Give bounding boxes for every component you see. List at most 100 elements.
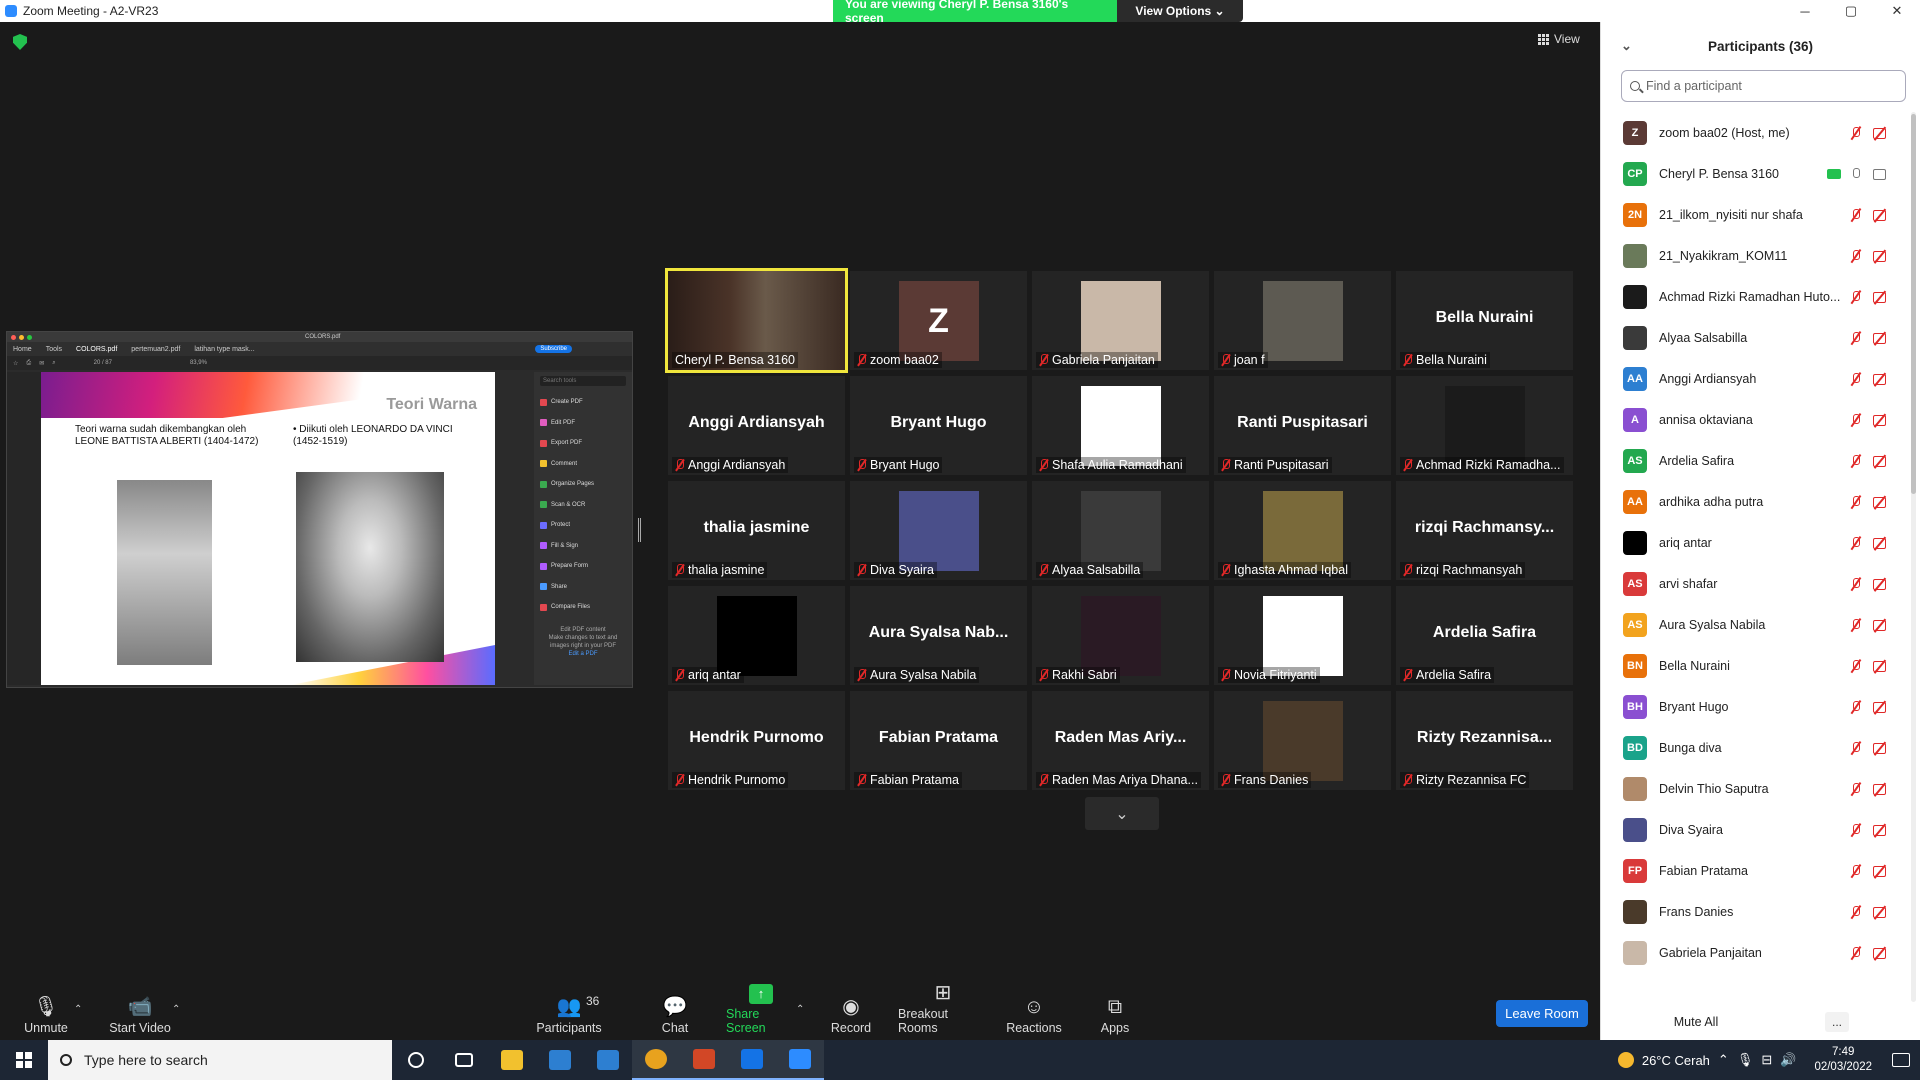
volume-icon[interactable]: 🔊 — [1780, 1052, 1796, 1068]
scrollbar-thumb[interactable] — [1911, 114, 1916, 494]
participant-row[interactable]: Achmad Rizki Ramadhan Huto... — [1601, 276, 1913, 317]
participant-row[interactable]: AS Ardelia Safira — [1601, 440, 1913, 481]
network-icon[interactable]: ⊟ — [1761, 1052, 1772, 1068]
shared-screen[interactable]: COLORS.pdf Home Tools COLORS.pdf pertemu… — [6, 331, 633, 688]
participant-row[interactable]: 2N 21_ilkom_nyisiti nur shafa — [1601, 194, 1913, 235]
leave-room-button[interactable]: Leave Room — [1496, 1000, 1588, 1027]
video-tile[interactable]: Raden Mas Ariy... Raden Mas Ariya Dhana..… — [1032, 691, 1209, 790]
chat-button[interactable]: 💬 Chat — [660, 988, 690, 1040]
tray-chevron-icon[interactable]: ⌃ — [1718, 1052, 1729, 1068]
participant-row[interactable]: AS arvi shafar — [1601, 563, 1913, 604]
video-tile[interactable]: Aura Syalsa Nab... Aura Syalsa Nabila — [850, 586, 1027, 685]
participant-row[interactable]: Zzoom baa02 (Host, me) — [1601, 112, 1913, 153]
video-tile[interactable]: joan f — [1214, 271, 1391, 370]
participant-row[interactable]: AS Aura Syalsa Nabila — [1601, 604, 1913, 645]
participant-row[interactable]: BD Bunga diva — [1601, 727, 1913, 768]
store-taskbar-button[interactable] — [536, 1040, 584, 1080]
video-tile[interactable]: Bryant Hugo Bryant Hugo — [850, 376, 1027, 475]
record-button[interactable]: ◉ Record — [830, 988, 872, 1040]
teamviewer-taskbar-button[interactable] — [728, 1040, 776, 1080]
breakout-rooms-button[interactable]: ⊞ Breakout Rooms — [898, 982, 988, 1040]
encryption-shield-icon[interactable] — [13, 34, 27, 50]
video-tile[interactable]: Ranti Puspitasari Ranti Puspitasari — [1214, 376, 1391, 475]
file-explorer-taskbar-button[interactable] — [488, 1040, 536, 1080]
participant-row[interactable]: BH Bryant Hugo — [1601, 686, 1913, 727]
clock[interactable]: 7:49 02/03/2022 — [1814, 1045, 1872, 1075]
start-button[interactable] — [0, 1040, 48, 1080]
task-view-taskbar-button[interactable] — [440, 1040, 488, 1080]
apps-button[interactable]: ⧉ Apps — [1100, 988, 1130, 1040]
video-tile[interactable]: Ardelia Safira Ardelia Safira — [1396, 586, 1573, 685]
taskbar-search-box[interactable]: Type here to search — [48, 1040, 392, 1080]
mail-icon: ✉ — [39, 360, 45, 367]
video-tile[interactable]: ariq antar — [668, 586, 845, 685]
participant-search-input[interactable]: Find a participant — [1621, 70, 1906, 102]
video-tile[interactable]: Ighasta Ahmad Iqbal — [1214, 481, 1391, 580]
video-tile[interactable]: Shafa Aulia Ramadhani — [1032, 376, 1209, 475]
zoom-taskbar-button[interactable] — [776, 1040, 824, 1080]
video-tile[interactable]: Novia Fitriyanti — [1214, 586, 1391, 685]
participant-row[interactable]: BN Bella Nuraini — [1601, 645, 1913, 686]
video-tile[interactable]: Bella Nuraini Bella Nuraini — [1396, 271, 1573, 370]
cortana-icon[interactable] — [392, 1040, 440, 1080]
participant-list-scrollbar[interactable] — [1911, 112, 1916, 1002]
video-tile[interactable]: Zzoom baa02 — [850, 271, 1027, 370]
video-tile[interactable]: Alyaa Salsabilla — [1032, 481, 1209, 580]
participant-row[interactable]: Gabriela Panjaitan — [1601, 932, 1913, 973]
video-tile[interactable]: Anggi Ardiansyah Anggi Ardiansyah — [668, 376, 845, 475]
minimize-button[interactable]: ─ — [1782, 0, 1828, 22]
participant-row[interactable]: Delvin Thio Saputra — [1601, 768, 1913, 809]
unmute-button[interactable]: 🎙 Unmute — [22, 988, 70, 1040]
camera-off-icon — [1873, 332, 1889, 344]
chrome-taskbar-button[interactable] — [632, 1040, 680, 1080]
video-tile[interactable]: Fabian Pratama Fabian Pratama — [850, 691, 1027, 790]
participant-row[interactable]: Frans Danies — [1601, 891, 1913, 932]
video-tile[interactable]: Gabriela Panjaitan — [1032, 271, 1209, 370]
mail-taskbar-button[interactable] — [584, 1040, 632, 1080]
participant-row[interactable]: Alyaa Salsabilla — [1601, 317, 1913, 358]
close-button[interactable]: ✕ — [1874, 0, 1920, 22]
view-options-button[interactable]: View Options ⌄ — [1117, 0, 1243, 22]
share-options-chevron-icon[interactable]: ⌃ — [796, 1004, 804, 1015]
more-options-button[interactable]: ... — [1825, 1012, 1849, 1032]
video-tile[interactable]: Hendrik Purnomo Hendrik Purnomo — [668, 691, 845, 790]
participant-row[interactable]: FP Fabian Pratama — [1601, 850, 1913, 891]
notification-icon[interactable] — [1892, 1053, 1910, 1067]
split-resize-handle[interactable] — [638, 518, 641, 542]
powerpoint-taskbar-button[interactable] — [680, 1040, 728, 1080]
view-button[interactable]: View — [1538, 32, 1580, 46]
weather-icon[interactable] — [1617, 1052, 1634, 1068]
participant-list[interactable]: Zzoom baa02 (Host, me) CP Cheryl P. Bensa … — [1601, 112, 1913, 1004]
participant-row[interactable]: Aannisa oktaviana — [1601, 399, 1913, 440]
mute-all-button[interactable]: Mute All — [1663, 1010, 1729, 1034]
video-tile[interactable]: Rizty Rezannisa... Rizty Rezannisa FC — [1396, 691, 1573, 790]
participant-row[interactable]: 21_Nyakikram_KOM11 — [1601, 235, 1913, 276]
video-tile[interactable]: Diva Syaira — [850, 481, 1027, 580]
participant-row[interactable]: AA ardhika adha putra — [1601, 481, 1913, 522]
participants-button[interactable]: 👥 36 Participants — [536, 988, 602, 1040]
participant-row[interactable]: ariq antar — [1601, 522, 1913, 563]
participant-row[interactable]: Diva Syaira — [1601, 809, 1913, 850]
collapse-chevron-icon[interactable]: ⌄ — [1621, 38, 1632, 54]
video-tile[interactable]: Rakhi Sabri — [1032, 586, 1209, 685]
camera-off-icon — [1873, 947, 1889, 959]
video-tile[interactable]: rizqi Rachmansy... rizqi Rachmansyah — [1396, 481, 1573, 580]
next-page-chevron-icon[interactable]: ⌄ — [1085, 797, 1159, 830]
video-tile[interactable]: thalia jasmine thalia jasmine — [668, 481, 845, 580]
tile-name-label: Rakhi Sabri — [1036, 667, 1120, 683]
maximize-button[interactable]: ▢ — [1828, 0, 1874, 22]
participant-row[interactable]: CP Cheryl P. Bensa 3160 — [1601, 153, 1913, 194]
video-tile[interactable]: Cheryl P. Bensa 3160 — [665, 268, 848, 373]
video-tile[interactable]: Frans Danies — [1214, 691, 1391, 790]
video-tile[interactable]: Achmad Rizki Ramadha... — [1396, 376, 1573, 475]
cortana-circle — [408, 1052, 424, 1068]
share-screen-button[interactable]: ↑ Share Screen — [726, 984, 796, 1040]
reactions-button[interactable]: ☺ Reactions — [1006, 988, 1062, 1040]
audio-options-chevron-icon[interactable]: ⌃ — [74, 1004, 82, 1015]
participant-avatar: AS — [1623, 612, 1647, 637]
video-options-chevron-icon[interactable]: ⌃ — [172, 1004, 180, 1015]
weather-text[interactable]: 26°C Cerah — [1642, 1053, 1710, 1068]
start-video-button[interactable]: 📹 Start Video — [104, 988, 176, 1040]
microphone-tray-icon[interactable]: 🎙 — [1737, 1052, 1754, 1068]
participant-row[interactable]: AA Anggi Ardiansyah — [1601, 358, 1913, 399]
